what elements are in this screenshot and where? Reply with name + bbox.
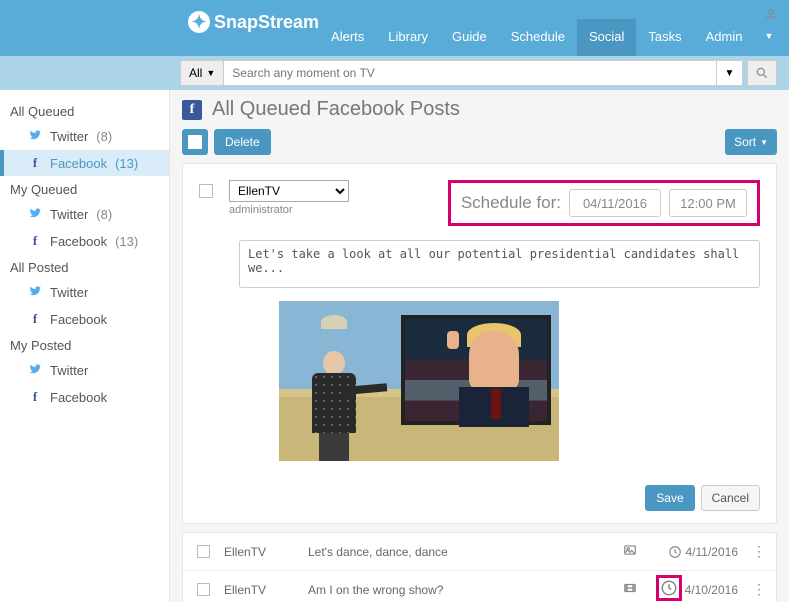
schedule-date-input[interactable] [569,189,661,217]
nav-tasks[interactable]: Tasks [636,19,693,56]
sidebar-item-label: Twitter [50,129,88,144]
facebook-icon: f [28,233,42,249]
user-icon [764,7,778,21]
video-icon [620,581,640,598]
sidebar: All Queued Twitter (8) f Facebook (13) My Queu… [0,90,170,602]
chevron-down-icon: ▼ [206,68,215,78]
sidebar-item-twitter[interactable]: Twitter [0,357,169,384]
search-input[interactable] [224,60,717,86]
schedule-highlight: Schedule for: [448,180,760,226]
clock-highlight [656,575,682,601]
sidebar-header: My Queued [0,176,169,201]
post-checkbox[interactable] [199,184,213,198]
post-text-input[interactable]: Let's take a look at all our potential p… [239,240,760,288]
facebook-icon: f [28,389,42,405]
twitter-icon [28,362,42,379]
facebook-icon: f [182,100,202,120]
cancel-button[interactable]: Cancel [701,485,760,511]
twitter-icon [28,206,42,223]
toolbar: Delete Sort ▼ [182,129,777,155]
sidebar-item-label: Twitter [50,207,88,222]
search-bar: All ▼ ▼ [0,56,789,90]
sidebar-header: My Posted [0,332,169,357]
brand-text: SnapStream [214,12,319,33]
sidebar-item-count: (13) [115,234,138,249]
sidebar-item-facebook[interactable]: f Facebook (13) [0,150,169,176]
sidebar-item-label: Twitter [50,285,88,300]
sidebar-header: All Posted [0,254,169,279]
search-scope-dropdown[interactable]: All ▼ [180,60,224,86]
sidebar-item-facebook[interactable]: f Facebook (13) [0,228,169,254]
row-account: EllenTV [224,583,294,597]
row-date: 4/11/2016 [654,545,738,559]
sidebar-item-label: Facebook [50,390,107,405]
compose-card: EllenTV administrator Schedule for: Let'… [182,163,777,524]
search-button[interactable] [747,60,777,86]
post-media-thumbnail[interactable] [279,301,559,461]
sidebar-item-label: Facebook [50,156,107,171]
nav-library[interactable]: Library [376,19,440,56]
logo: ✦ SnapStream [180,0,319,56]
nav-admin[interactable]: Admin [694,19,755,56]
row-text: Am I on the wrong show? [308,583,606,597]
twitter-icon [28,284,42,301]
account-role: administrator [229,204,349,216]
row-text: Let's dance, dance, dance [308,545,606,559]
sidebar-item-facebook[interactable]: f Facebook [0,384,169,410]
top-nav: AlertsLibraryGuideScheduleSocialTasksAdm… [319,19,754,56]
nav-guide[interactable]: Guide [440,19,499,56]
chevron-down-icon: ▼ [760,138,768,147]
facebook-icon: f [28,155,42,171]
nav-schedule[interactable]: Schedule [499,19,577,56]
clock-icon [668,545,682,559]
schedule-time-input[interactable] [669,189,747,217]
logo-icon: ✦ [188,11,210,33]
row-menu[interactable]: ⋮ [752,581,762,598]
sidebar-item-count: (13) [115,156,138,171]
nav-social[interactable]: Social [577,19,636,56]
image-icon [620,543,640,560]
sidebar-item-twitter[interactable]: Twitter [0,279,169,306]
clock-icon [660,579,678,597]
select-all-button[interactable] [182,129,208,155]
top-bar: ✦ SnapStream AlertsLibraryGuideScheduleS… [0,0,789,56]
row-account: EllenTV [224,545,294,559]
sort-button[interactable]: Sort ▼ [725,129,777,155]
main-content: f All Queued Facebook Posts Delete Sort … [170,90,789,602]
sidebar-item-label: Facebook [50,234,107,249]
checkbox-icon [188,135,202,149]
sidebar-item-twitter[interactable]: Twitter (8) [0,123,169,150]
row-checkbox[interactable] [197,545,210,558]
page-title: f All Queued Facebook Posts [182,98,777,121]
post-row[interactable]: EllenTVAm I on the wrong show?4/10/2016⋮ [183,570,776,602]
search-dropdown-toggle[interactable]: ▼ [717,60,743,86]
sidebar-item-twitter[interactable]: Twitter (8) [0,201,169,228]
sidebar-item-count: (8) [96,207,112,222]
post-row[interactable]: EllenTV Let's dance, dance, dance 4/11/201… [183,533,776,570]
post-list: EllenTV Let's dance, dance, dance 4/11/201… [182,532,777,602]
account-select[interactable]: EllenTV [229,180,349,202]
save-button[interactable]: Save [645,485,694,511]
twitter-icon [28,128,42,145]
sidebar-item-label: Twitter [50,363,88,378]
search-icon [755,66,769,80]
sidebar-item-label: Facebook [50,312,107,327]
facebook-icon: f [28,311,42,327]
sidebar-item-facebook[interactable]: f Facebook [0,306,169,332]
nav-alerts[interactable]: Alerts [319,19,376,56]
user-menu[interactable]: ▼ [754,0,788,56]
sidebar-header: All Queued [0,98,169,123]
row-menu[interactable]: ⋮ [752,543,762,560]
delete-button[interactable]: Delete [214,129,271,155]
row-checkbox[interactable] [197,583,210,596]
sidebar-item-count: (8) [96,129,112,144]
schedule-label: Schedule for: [461,193,561,213]
